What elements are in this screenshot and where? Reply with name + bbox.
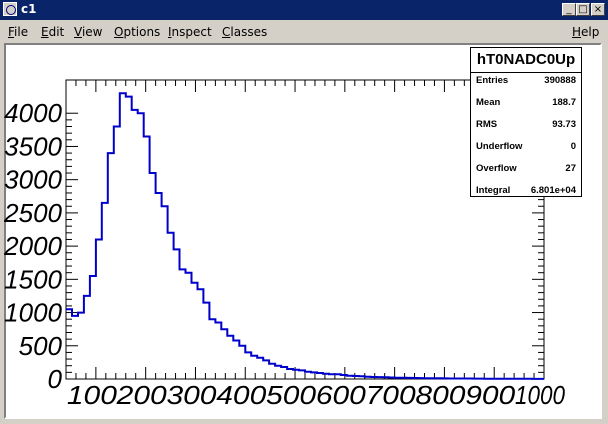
y-tick-label: 4000 bbox=[4, 98, 62, 128]
stats-title: hT0NADC0Up bbox=[471, 48, 581, 73]
y-tick-label: 1000 bbox=[4, 298, 62, 328]
y-tick-label: 2500 bbox=[3, 198, 62, 228]
x-tick-label: 1000 bbox=[515, 380, 565, 410]
stats-label: Mean bbox=[476, 97, 501, 108]
y-tick-label: 2000 bbox=[3, 231, 62, 261]
x-tick-label: 700 bbox=[366, 380, 417, 410]
x-tick-label: 200 bbox=[116, 380, 168, 410]
x-tick-label: 800 bbox=[415, 380, 466, 410]
stats-label: Underflow bbox=[476, 141, 523, 152]
y-tick-label: 1500 bbox=[4, 264, 62, 294]
y-tick-label: 3500 bbox=[4, 131, 62, 161]
y-tick-label: 0 bbox=[48, 364, 63, 394]
x-tick-label: 300 bbox=[166, 380, 217, 410]
stats-value: 6.801e+04 bbox=[530, 185, 576, 196]
y-tick-label: 3000 bbox=[4, 165, 62, 195]
x-tick-label: 100 bbox=[67, 380, 118, 410]
x-tick-label: 400 bbox=[216, 380, 267, 410]
stats-label: RMS bbox=[476, 119, 498, 130]
stats-label: Integral bbox=[476, 185, 511, 196]
stats-value: 27 bbox=[565, 163, 576, 174]
x-tick-label: 600 bbox=[316, 380, 367, 410]
stats-value: 93.73 bbox=[552, 119, 576, 130]
stats-box[interactable]: hT0NADC0Up Entries 390888 Mean 188.7 RMS 93… bbox=[470, 47, 582, 197]
x-tick-label: 500 bbox=[266, 380, 317, 410]
stats-label: Overflow bbox=[476, 163, 517, 174]
y-tick-label: 500 bbox=[19, 331, 63, 361]
stats-value: 0 bbox=[570, 141, 576, 152]
stats-value: 188.7 bbox=[552, 97, 576, 108]
x-tick-label: 900 bbox=[465, 380, 516, 410]
stats-label: Entries bbox=[476, 75, 509, 86]
stats-value: 390888 bbox=[544, 75, 576, 86]
